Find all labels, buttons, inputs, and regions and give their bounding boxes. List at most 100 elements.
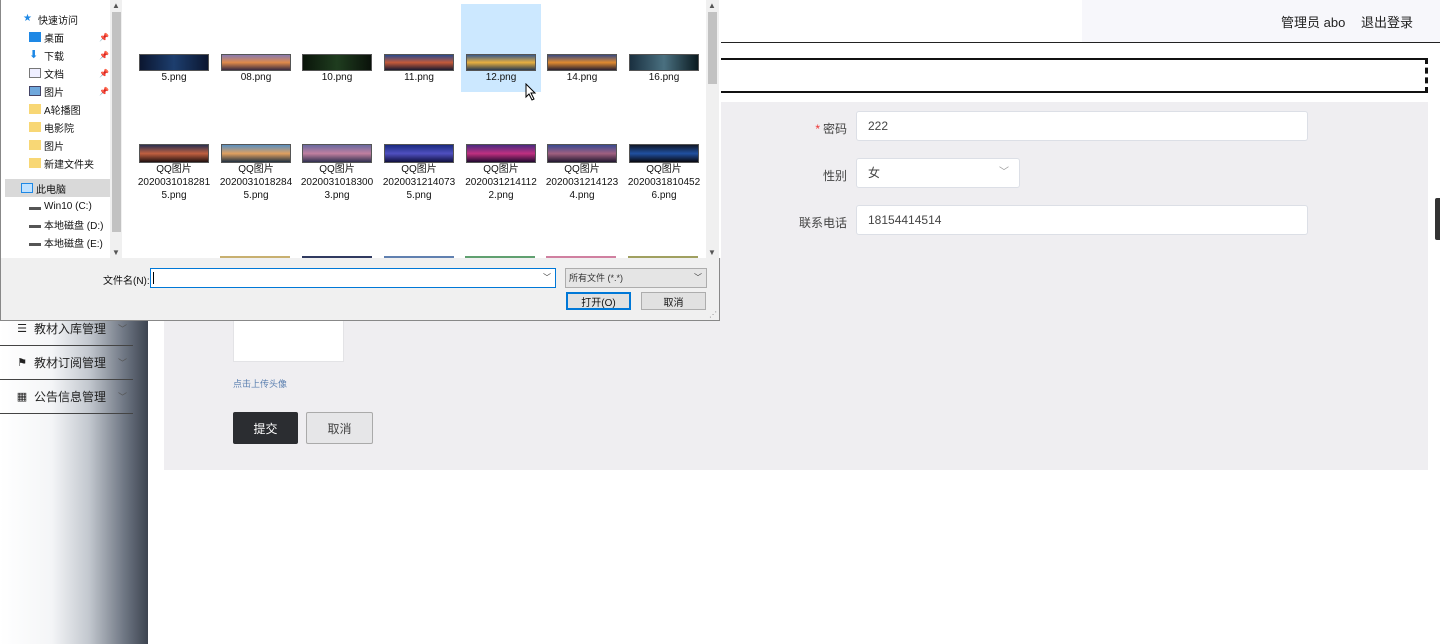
nav-quick-access[interactable]: ★ 快速访问 (23, 10, 78, 28)
file-item[interactable]: 5.png (134, 54, 214, 84)
file-item[interactable]: 11.png (379, 54, 459, 84)
text-caret (153, 272, 154, 284)
image-thumbnail (220, 256, 290, 258)
password-input[interactable]: 222 (856, 111, 1308, 141)
dialog-browser: ★ 快速访问 桌面 📌 ⬇ 下载 📌 文档 📌 图片 📌 A轮播图 电影院 图片… (1, 0, 721, 258)
nav-drive-c[interactable]: Win10 (C:) (29, 197, 92, 215)
nav-folder-cinema[interactable]: 电影院 (29, 118, 74, 136)
nav-drive-d[interactable]: 本地磁盘 (D:) (29, 215, 103, 233)
grid-icon: ▦ (16, 391, 28, 403)
file-item[interactable]: QQ图片 2020031214123 4.png (542, 144, 622, 202)
image-thumbnail (466, 144, 536, 163)
image-thumbnail (139, 144, 209, 163)
pictures-icon (29, 86, 41, 96)
scroll-down-icon[interactable]: ▼ (706, 248, 718, 257)
folder-icon (29, 104, 41, 114)
drive-icon (29, 202, 41, 210)
sidebar-item-textbook-subscription[interactable]: ⚑ 教材订阅管理 ﹀ (0, 346, 133, 380)
nav-desktop[interactable]: 桌面 📌 (29, 28, 109, 46)
file-item[interactable]: 14.png (542, 54, 622, 84)
scroll-down-icon[interactable]: ▼ (110, 248, 122, 257)
user-label: 管理员 abo (1281, 15, 1346, 30)
file-item[interactable]: 16.png (624, 54, 704, 84)
file-dialog: ★ 快速访问 桌面 📌 ⬇ 下载 📌 文档 📌 图片 📌 A轮播图 电影院 图片… (0, 0, 721, 321)
chevron-down-icon: ﹀ (117, 324, 127, 334)
image-thumbnail (384, 144, 454, 163)
image-thumbnail (221, 144, 291, 163)
scroll-handle[interactable] (1435, 198, 1440, 240)
file-item[interactable]: QQ图片 2020031018284 5.png (216, 144, 296, 202)
filename-input[interactable]: ﹀ (150, 268, 556, 288)
image-thumbnail (221, 54, 291, 71)
file-item[interactable]: 10.png (297, 54, 377, 84)
nav-folder-pictures[interactable]: 图片 (29, 136, 64, 154)
drive-icon (29, 220, 41, 228)
nav-drive-e[interactable]: 本地磁盘 (E:) (29, 233, 103, 251)
download-icon: ⬇ (29, 49, 39, 61)
pin-icon: 📌 (99, 68, 109, 78)
nav-this-pc[interactable]: 此电脑 (5, 179, 110, 197)
pin-icon: 📌 (99, 50, 109, 60)
file-item[interactable]: QQ图片 2020031810452 6.png (624, 144, 704, 202)
nav-folder-carousel[interactable]: A轮播图 (29, 100, 81, 118)
chevron-down-icon[interactable]: ﹀ (543, 269, 551, 287)
nav-scrollbar-thumb[interactable] (112, 12, 121, 232)
sidebar-item-label: 教材入库管理 (34, 322, 107, 336)
dialog-cancel-button[interactable]: 取消 (641, 292, 706, 310)
file-item[interactable]: QQ图片 2020031018300 3.png (297, 144, 377, 202)
file-item[interactable]: QQ图片 2020031214073 5.png (379, 144, 459, 202)
gender-value: 女 (868, 166, 881, 180)
image-thumbnail (629, 144, 699, 163)
file-item[interactable]: QQ图片 2020031018281 5.png (134, 144, 214, 202)
image-thumbnail (466, 54, 536, 71)
sidebar-item-label: 公告信息管理 (34, 390, 107, 404)
sidebar-item-announcements[interactable]: ▦ 公告信息管理 ﹀ (0, 380, 133, 414)
submit-button[interactable]: 提交 (233, 412, 298, 444)
scroll-up-icon[interactable]: ▲ (110, 1, 122, 10)
filetype-value: 所有文件 (*.*) (569, 273, 624, 283)
file-item[interactable]: 08.png (216, 54, 296, 84)
image-thumbnail (302, 256, 372, 258)
logout-link[interactable]: 退出登录 (1361, 12, 1413, 31)
folder-icon (29, 158, 41, 168)
filetype-select[interactable]: 所有文件 (*.*) ﹀ (565, 268, 707, 288)
nav-pictures[interactable]: 图片 📌 (29, 82, 109, 100)
image-thumbnail (139, 54, 209, 71)
scroll-up-icon[interactable]: ▲ (706, 1, 718, 10)
image-thumbnail (547, 54, 617, 71)
chevron-down-icon: ﹀ (999, 167, 1009, 178)
file-scrollbar-thumb[interactable] (708, 12, 717, 84)
mouse-cursor-icon (525, 83, 537, 101)
nav-folder-new[interactable]: 新建文件夹 (29, 154, 94, 172)
cancel-button[interactable]: 取消 (306, 412, 373, 444)
nav-pane: ★ 快速访问 桌面 📌 ⬇ 下载 📌 文档 📌 图片 📌 A轮播图 电影院 图片… (1, 0, 122, 258)
image-thumbnail (302, 54, 372, 71)
file-item-selected[interactable]: 12.png (461, 4, 541, 92)
star-icon: ★ (23, 13, 32, 24)
phone-label: 联系电话 (798, 216, 847, 230)
image-thumbnail (465, 256, 535, 258)
image-thumbnail (628, 256, 698, 258)
filename-label: 文件名(N): (103, 276, 150, 287)
chevron-down-icon: ﹀ (117, 392, 127, 402)
desktop-icon (29, 32, 41, 42)
nav-downloads[interactable]: ⬇ 下载 📌 (29, 46, 109, 64)
gender-label: 性别 (822, 169, 847, 183)
list-icon: ☰ (17, 323, 27, 335)
upload-hint[interactable]: 点击上传头像 (233, 377, 287, 390)
resize-grip-icon[interactable]: ⋰ (709, 310, 717, 319)
nav-documents[interactable]: 文档 📌 (29, 64, 109, 82)
file-item[interactable]: QQ图片 2020031214112 2.png (461, 144, 541, 202)
open-button[interactable]: 打开(O) (566, 292, 631, 310)
chevron-down-icon: ﹀ (117, 358, 127, 368)
image-thumbnail (384, 54, 454, 71)
chevron-down-icon: ﹀ (694, 273, 702, 282)
pin-icon: 📌 (99, 86, 109, 96)
document-icon (29, 68, 41, 78)
image-thumbnail (629, 54, 699, 71)
image-thumbnail (302, 144, 372, 163)
phone-input[interactable]: 18154414514 (856, 205, 1308, 235)
image-thumbnail (546, 256, 616, 258)
tab-strip (700, 58, 1428, 93)
gender-select[interactable]: 女 ﹀ (856, 158, 1020, 188)
